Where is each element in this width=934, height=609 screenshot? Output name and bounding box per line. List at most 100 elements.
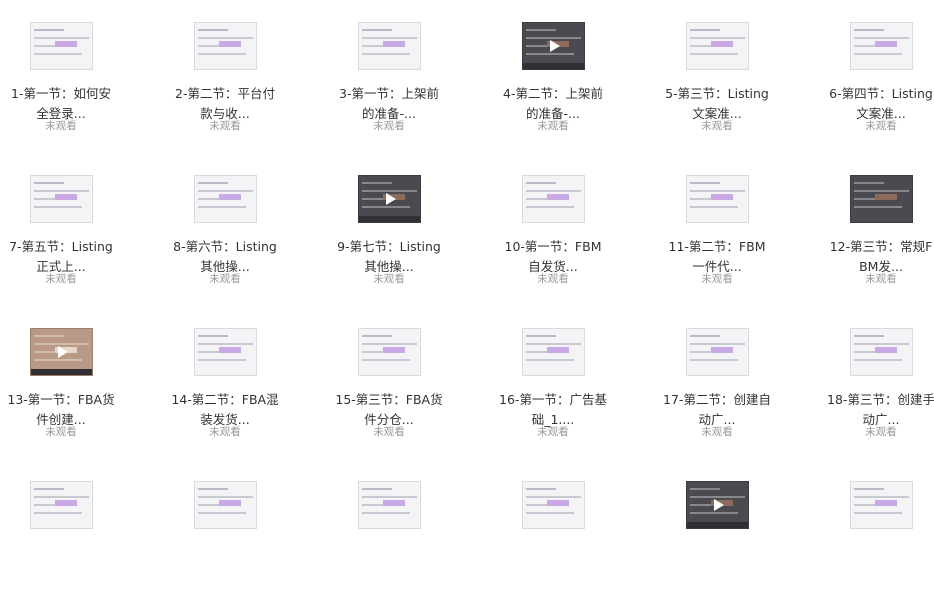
watch-status: 未观看 — [209, 426, 241, 438]
watch-status: 未观看 — [537, 426, 569, 438]
thumbnail-content-line — [526, 37, 581, 39]
thumbnail-content-line — [526, 29, 556, 31]
thumbnail-content-line — [854, 190, 909, 192]
video-item[interactable]: 11-第二节：FBM一件代... 未观看 — [657, 153, 777, 303]
video-thumbnail[interactable] — [194, 175, 257, 223]
thumbnail-content-line — [690, 488, 720, 490]
thumbnail-content-line — [34, 359, 82, 361]
video-item[interactable]: 14-第二节：FBA混装发货... 未观看 — [165, 306, 285, 456]
thumbnail-content-line — [198, 512, 246, 514]
video-thumbnail[interactable] — [686, 175, 749, 223]
thumbnail-content-line — [854, 488, 884, 490]
video-item[interactable]: 12-第三节：常规FBM发... 未观看 — [821, 153, 934, 303]
thumbnail-content-line — [690, 359, 738, 361]
thumbnail-content-line — [362, 335, 392, 337]
video-item[interactable]: 4-第二节：上架前的准备-... 未观看 — [493, 0, 613, 150]
video-thumbnail[interactable] — [358, 175, 421, 223]
thumbnail-content-line — [526, 496, 581, 498]
thumbnail-content-line — [198, 182, 228, 184]
thumbnail-content-line — [198, 335, 228, 337]
video-item[interactable] — [329, 459, 449, 609]
video-item[interactable]: 9-第七节：Listing其他操... 未观看 — [329, 153, 449, 303]
video-thumbnail[interactable] — [686, 481, 749, 529]
video-thumbnail[interactable] — [30, 175, 93, 223]
thumbnail-content-line — [362, 488, 392, 490]
video-item[interactable]: 2-第二节：平台付款与收... 未观看 — [165, 0, 285, 150]
video-thumbnail[interactable] — [850, 328, 913, 376]
video-thumbnail[interactable] — [522, 22, 585, 70]
video-item[interactable]: 18-第三节：创建手动广... 未观看 — [821, 306, 934, 456]
thumbnail-content-line — [690, 343, 745, 345]
thumbnail-content-line — [362, 53, 410, 55]
thumbnail-content-line — [198, 488, 228, 490]
thumbnail-caption-strip — [359, 216, 420, 222]
video-thumbnail[interactable] — [358, 481, 421, 529]
thumbnail-highlight — [547, 500, 569, 506]
thumbnail-content-line — [526, 359, 574, 361]
thumbnail-content-line — [526, 335, 556, 337]
play-icon[interactable] — [549, 40, 560, 52]
thumbnail-caption-strip — [687, 522, 748, 528]
video-item[interactable]: 3-第一节：上架前的准备-... 未观看 — [329, 0, 449, 150]
video-thumbnail[interactable] — [194, 22, 257, 70]
thumbnail-content-line — [526, 343, 581, 345]
thumbnail-content-line — [198, 190, 253, 192]
video-thumbnail[interactable] — [358, 328, 421, 376]
thumbnail-content-line — [198, 343, 253, 345]
play-icon[interactable] — [713, 499, 724, 511]
video-thumbnail[interactable] — [850, 481, 913, 529]
thumbnail-content-line — [526, 182, 556, 184]
video-item[interactable] — [657, 459, 777, 609]
video-item[interactable]: 10-第一节：FBM自发货... 未观看 — [493, 153, 613, 303]
video-item[interactable]: 16-第一节：广告基础_1.... 未观看 — [493, 306, 613, 456]
watch-status: 未观看 — [209, 273, 241, 285]
video-item[interactable]: 5-第三节：Listing文案准... 未观看 — [657, 0, 777, 150]
thumbnail-content-line — [526, 206, 574, 208]
thumbnail-content-line — [34, 29, 64, 31]
thumbnail-content-line — [526, 190, 581, 192]
thumbnail-content-line — [854, 343, 909, 345]
video-thumbnail[interactable] — [358, 22, 421, 70]
thumbnail-highlight — [875, 347, 897, 353]
play-icon[interactable] — [385, 193, 396, 205]
video-item[interactable]: 7-第五节：Listing正式上... 未观看 — [1, 153, 121, 303]
thumbnail-content-line — [198, 496, 253, 498]
watch-status: 未观看 — [45, 273, 77, 285]
thumbnail-content-line — [198, 37, 253, 39]
thumbnail-content-line — [34, 488, 64, 490]
thumbnail-content-line — [526, 488, 556, 490]
play-icon[interactable] — [57, 346, 68, 358]
video-item[interactable] — [165, 459, 285, 609]
video-item[interactable] — [821, 459, 934, 609]
video-thumbnail[interactable] — [30, 481, 93, 529]
video-item[interactable]: 6-第四节：Listing文案准... 未观看 — [821, 0, 934, 150]
thumbnail-content-line — [690, 190, 745, 192]
thumbnail-content-line — [690, 335, 720, 337]
watch-status: 未观看 — [701, 273, 733, 285]
watch-status: 未观看 — [865, 120, 897, 132]
video-item[interactable] — [493, 459, 613, 609]
video-item[interactable]: 13-第一节：FBA货件创建... 未观看 — [1, 306, 121, 456]
thumbnail-content-line — [362, 190, 417, 192]
video-thumbnail[interactable] — [686, 22, 749, 70]
video-thumbnail[interactable] — [194, 328, 257, 376]
video-thumbnail[interactable] — [522, 175, 585, 223]
video-item[interactable]: 15-第三节：FBA货件分仓... 未观看 — [329, 306, 449, 456]
video-grid: 1-第一节：如何安全登录... 未观看 2-第二节：平台付款与收... 未观看 3-第一… — [0, 0, 934, 529]
video-item[interactable]: 17-第二节：创建自动广... 未观看 — [657, 306, 777, 456]
video-thumbnail[interactable] — [850, 175, 913, 223]
video-thumbnail[interactable] — [850, 22, 913, 70]
video-item[interactable] — [1, 459, 121, 609]
video-item[interactable]: 8-第六节：Listing其他操... 未观看 — [165, 153, 285, 303]
video-thumbnail[interactable] — [30, 22, 93, 70]
watch-status: 未观看 — [865, 273, 897, 285]
video-item[interactable]: 1-第一节：如何安全登录... 未观看 — [1, 0, 121, 150]
video-thumbnail[interactable] — [522, 481, 585, 529]
video-thumbnail[interactable] — [30, 328, 93, 376]
thumbnail-highlight — [55, 41, 77, 47]
video-thumbnail[interactable] — [522, 328, 585, 376]
thumbnail-highlight — [55, 194, 77, 200]
video-thumbnail[interactable] — [194, 481, 257, 529]
thumbnail-content-line — [854, 53, 902, 55]
video-thumbnail[interactable] — [686, 328, 749, 376]
